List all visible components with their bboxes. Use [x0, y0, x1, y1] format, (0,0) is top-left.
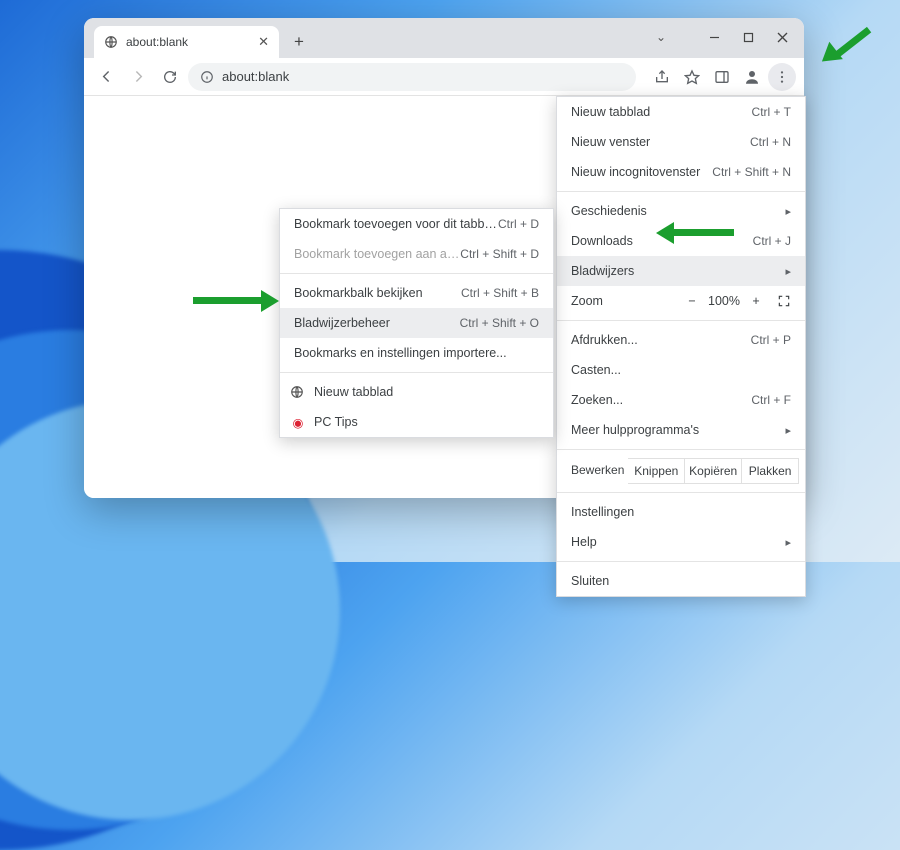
menu-button[interactable]: [768, 63, 796, 91]
menu-edit-row: Bewerken Knippen Kopiëren Plakken: [557, 454, 805, 488]
edit-paste-button[interactable]: Plakken: [742, 458, 799, 484]
menu-cast[interactable]: Casten...: [557, 355, 805, 385]
menu-settings[interactable]: Instellingen: [557, 497, 805, 527]
chevron-right-icon: ▸: [785, 536, 791, 549]
submenu-bookmark-this-tab[interactable]: Bookmark toevoegen voor dit tabbla... Ct…: [280, 209, 553, 239]
submenu-bookmark-pc-tips[interactable]: ◉ PC Tips: [280, 407, 553, 437]
share-icon[interactable]: [648, 63, 676, 91]
tabs-dropdown-icon[interactable]: ⌄: [646, 24, 676, 50]
submenu-import-bookmarks[interactable]: Bookmarks en instellingen importere...: [280, 338, 553, 368]
forward-button[interactable]: [124, 63, 152, 91]
submenu-bookmark-new-tab[interactable]: Nieuw tabblad: [280, 377, 553, 407]
side-panel-icon[interactable]: [708, 63, 736, 91]
window-close-button[interactable]: [766, 24, 798, 50]
submenu-show-bookmark-bar[interactable]: Bookmarkbalk bekijken Ctrl + Shift + B: [280, 278, 553, 308]
fullscreen-icon[interactable]: [777, 294, 791, 308]
menu-help[interactable]: Help ▸: [557, 527, 805, 557]
edit-label: Bewerken: [563, 458, 628, 484]
menu-more-tools[interactable]: Meer hulpprogramma's ▸: [557, 415, 805, 445]
tab-close-icon[interactable]: ✕: [258, 34, 269, 50]
reload-button[interactable]: [156, 63, 184, 91]
submenu-bookmark-manager[interactable]: Bladwijzerbeheer Ctrl + Shift + O: [280, 308, 553, 338]
menu-find[interactable]: Zoeken... Ctrl + F: [557, 385, 805, 415]
chevron-right-icon: ▸: [785, 265, 791, 278]
tab-about-blank[interactable]: about:blank ✕: [94, 26, 279, 58]
bookmark-star-icon[interactable]: [678, 63, 706, 91]
chevron-right-icon: ▸: [785, 205, 791, 218]
menu-print[interactable]: Afdrukken... Ctrl + P: [557, 325, 805, 355]
submenu-bookmark-all-tabs: Bookmark toevoegen aan alle tabbla... Ct…: [280, 239, 553, 269]
address-url: about:blank: [222, 69, 289, 84]
menu-exit[interactable]: Sluiten: [557, 566, 805, 596]
menu-downloads[interactable]: Downloads Ctrl + J: [557, 226, 805, 256]
tab-title: about:blank: [126, 35, 188, 49]
zoom-percent: 100%: [703, 294, 745, 308]
edit-copy-button[interactable]: Kopiëren: [685, 458, 742, 484]
address-bar[interactable]: about:blank: [188, 63, 636, 91]
titlebar: about:blank ✕ + ⌄: [84, 18, 804, 58]
globe-icon: [104, 35, 118, 49]
globe-icon: [290, 385, 306, 399]
zoom-out-button[interactable]: −: [681, 294, 703, 308]
chevron-right-icon: ▸: [785, 424, 791, 437]
toolbar: about:blank: [84, 58, 804, 96]
menu-history[interactable]: Geschiedenis ▸: [557, 196, 805, 226]
new-tab-button[interactable]: +: [285, 28, 313, 56]
menu-new-window[interactable]: Nieuw venster Ctrl + N: [557, 127, 805, 157]
zoom-in-button[interactable]: +: [745, 294, 767, 308]
menu-zoom: Zoom − 100% +: [557, 286, 805, 316]
menu-new-tab[interactable]: Nieuw tabblad Ctrl + T: [557, 97, 805, 127]
window-minimize-button[interactable]: [698, 24, 730, 50]
menu-bookmarks[interactable]: Bladwijzers ▸: [557, 256, 805, 286]
back-button[interactable]: [92, 63, 120, 91]
favicon-icon: ◉: [290, 415, 306, 430]
main-menu: Nieuw tabblad Ctrl + T Nieuw venster Ctr…: [556, 96, 806, 597]
edit-cut-button[interactable]: Knippen: [628, 458, 685, 484]
menu-new-incognito[interactable]: Nieuw incognitovenster Ctrl + Shift + N: [557, 157, 805, 187]
site-info-icon[interactable]: [200, 70, 214, 84]
browser-window: about:blank ✕ + ⌄: [84, 18, 804, 498]
bookmarks-submenu: Bookmark toevoegen voor dit tabbla... Ct…: [279, 208, 554, 438]
window-maximize-button[interactable]: [732, 24, 764, 50]
profile-icon[interactable]: [738, 63, 766, 91]
